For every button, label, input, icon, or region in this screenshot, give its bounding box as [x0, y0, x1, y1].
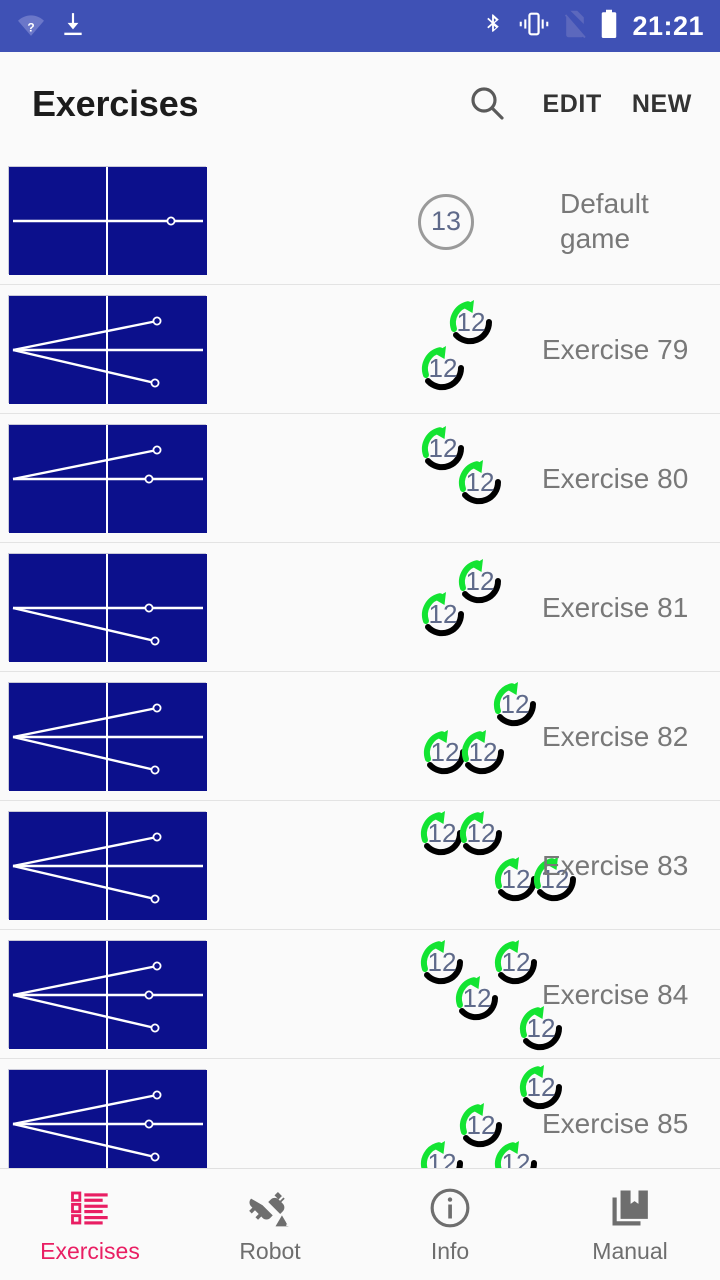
exercise-row[interactable]: 12 12 12 Exercise 82 — [0, 672, 720, 801]
wifi-question-icon: ? — [16, 11, 46, 42]
exercise-thumbnail — [8, 811, 207, 920]
book-collection-icon — [609, 1185, 651, 1231]
exercise-row[interactable]: 12 12 Exercise 81 — [0, 543, 720, 672]
search-icon — [467, 83, 507, 126]
repeat-count-badge: 12 — [453, 456, 505, 508]
download-icon — [60, 10, 86, 43]
app-bar: Exercises EDIT NEW — [0, 52, 720, 156]
exercise-label: Exercise 83 — [542, 850, 689, 881]
badge-value: 12 — [466, 817, 496, 848]
badge-value: 12 — [465, 466, 495, 497]
repeat-count-badge: 12 — [444, 296, 496, 348]
nav-item-info[interactable]: Info — [360, 1169, 540, 1280]
disconnected-plug-icon — [248, 1185, 292, 1231]
new-button[interactable]: NEW — [632, 90, 692, 119]
exercise-row[interactable]: 12 12 12 12 Exercise 85 — [0, 1059, 720, 1168]
edit-button[interactable]: EDIT — [543, 90, 602, 119]
exercise-row[interactable]: 12 12 12 12 Exercise 84 — [0, 930, 720, 1059]
search-button[interactable] — [461, 83, 513, 126]
app-root: ? 21:21 Exercises EDIT NEW 13 Default ga… — [0, 0, 720, 1280]
status-bar: ? 21:21 — [0, 0, 720, 52]
exercise-label: Default game — [560, 187, 649, 254]
nav-item-manual[interactable]: Manual — [540, 1169, 720, 1280]
repeat-count-badge: 12 — [415, 1137, 467, 1169]
badge-value: 12 — [428, 352, 458, 383]
nav-item-label: Exercises — [40, 1237, 140, 1264]
bluetooth-icon — [482, 9, 504, 44]
exercise-label: Exercise 82 — [542, 721, 689, 752]
checklist-icon — [69, 1185, 111, 1231]
exercise-row[interactable]: 13 Default game — [0, 156, 720, 285]
badge-value: 12 — [501, 1147, 531, 1169]
repeat-count-badge: 12 — [416, 342, 468, 394]
bottom-navigation: Exercises Robot Info Manual — [0, 1168, 720, 1280]
exercise-thumbnail — [8, 1069, 207, 1168]
svg-text:?: ? — [27, 20, 34, 34]
count-badge: 13 — [418, 193, 474, 250]
exercise-thumbnail — [8, 295, 207, 404]
repeat-count-badge: 12 — [456, 726, 508, 778]
status-bar-clock: 21:21 — [632, 10, 704, 41]
badge-value: 12 — [500, 688, 530, 719]
badge-value: 12 — [468, 736, 498, 767]
exercise-thumbnail — [8, 424, 207, 533]
badge-value: 12 — [456, 306, 486, 337]
nav-item-label: Robot — [239, 1237, 301, 1264]
exercise-row[interactable]: 12 12 Exercise 79 — [0, 285, 720, 414]
status-bar-right-icons: 21:21 — [482, 9, 704, 44]
nav-item-exercises[interactable]: Exercises — [0, 1169, 180, 1280]
exercise-label: Exercise 80 — [542, 463, 689, 494]
badge-value: 12 — [462, 982, 492, 1013]
exercise-thumbnail — [8, 166, 207, 275]
exercise-row[interactable]: 12 12 Exercise 80 — [0, 414, 720, 543]
repeat-count-badge: 12 — [489, 1137, 541, 1169]
badge-value: 12 — [427, 1147, 457, 1169]
exercise-label: Exercise 85 — [542, 1108, 689, 1139]
exercise-row[interactable]: 12 12 12 12 Exercise 83 — [0, 801, 720, 930]
repeat-count-badge: 12 — [416, 588, 468, 640]
repeat-count-badge: 12 — [488, 678, 540, 730]
nav-item-robot[interactable]: Robot — [180, 1169, 360, 1280]
exercise-label: Exercise 84 — [542, 979, 689, 1010]
status-bar-left-icons: ? — [16, 10, 86, 43]
nav-item-label: Info — [430, 1237, 470, 1264]
exercise-thumbnail — [8, 682, 207, 791]
vibrate-icon — [518, 11, 550, 42]
exercise-label: Exercise 79 — [542, 334, 689, 365]
exercise-list[interactable]: 13 Default game 12 12 Exercise 79 12 12 Exe… — [0, 156, 720, 1168]
repeat-count-badge: 12 — [450, 972, 502, 1024]
info-circle-icon — [429, 1185, 471, 1231]
app-bar-actions: EDIT NEW — [461, 83, 693, 126]
nav-item-label: Manual — [592, 1237, 668, 1264]
page-title: Exercises — [32, 83, 199, 124]
exercise-thumbnail — [8, 940, 207, 1049]
no-sim-icon — [564, 10, 587, 43]
exercise-label: Exercise 81 — [542, 592, 689, 623]
badge-value: 12 — [428, 598, 458, 629]
exercise-thumbnail — [8, 553, 207, 662]
battery-icon — [600, 9, 618, 44]
repeat-count-badge: 12 — [454, 807, 506, 859]
badge-value: 13 — [430, 206, 462, 236]
